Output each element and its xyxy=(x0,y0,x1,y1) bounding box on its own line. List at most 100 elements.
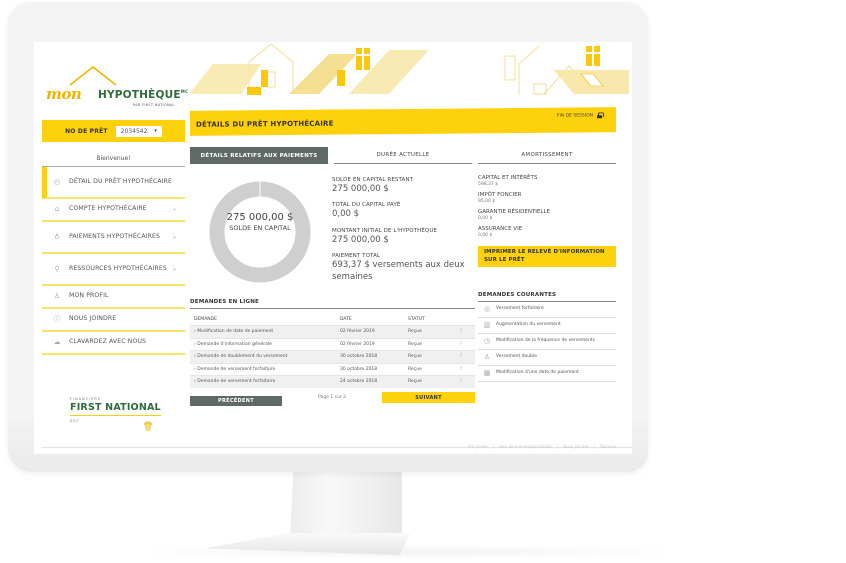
table-row[interactable]: › Demande de doublement du versement 30 … xyxy=(190,350,475,363)
sidebar-item-label: MON PROFIL xyxy=(69,292,109,299)
help-icon[interactable]: ? xyxy=(454,342,468,347)
chevron-down-icon: ⌄ xyxy=(171,264,177,272)
current-request-lump-sum[interactable]: ◎ Versement forfaitaire xyxy=(478,302,616,318)
app-logo[interactable]: mon HYPOTHÈQUEMC PAR FIRST NATIONAL xyxy=(46,64,196,114)
breakdown-value: 0,00 $ xyxy=(478,216,493,221)
footer-link-cookies[interactable]: Témoins xyxy=(600,444,616,449)
screen: mon HYPOTHÈQUEMC PAR FIRST NATIONAL NO D… xyxy=(34,42,632,454)
footer-separator: | xyxy=(556,444,559,449)
request-status: Reçue xyxy=(408,379,422,385)
current-request-label: Modification de la fréquence de versemen… xyxy=(496,338,596,344)
logout-button[interactable]: FIN DE SESSION xyxy=(557,112,602,118)
current-request-frequency[interactable]: ◷ Modification de la fréquence de versem… xyxy=(478,334,616,350)
table-body: › Modification de date de paiement 02 fé… xyxy=(190,325,475,388)
request-status: Reçue xyxy=(408,329,422,335)
page-indicator: Page 1 sur 2 xyxy=(318,395,346,400)
info-icon: ⓘ xyxy=(53,315,61,324)
sidebar-item-my-profile[interactable]: ♙ MON PROFIL xyxy=(42,286,185,309)
sidebar-nav: ◴ DÉTAIL DU PRÊT HYPOTHÉCAIRE ⌂ COMPTE H… xyxy=(42,166,185,355)
chat-icon: ☁ xyxy=(53,338,61,347)
sidebar-item-loan-detail[interactable]: ◴ DÉTAIL DU PRÊT HYPOTHÉCAIRE xyxy=(42,167,185,199)
footer-link-privacy[interactable]: Vie privée xyxy=(468,444,488,449)
sidebar-item-label: DÉTAIL DU PRÊT HYPOTHÉCAIRE xyxy=(69,177,173,185)
detail-tabs: DÉTAILS RELATIFS AUX PAIEMENTS DURÉE ACT… xyxy=(190,147,616,164)
previous-button[interactable]: PRÉCÉDENT xyxy=(190,395,282,406)
fn-logo-top: FINANCIÈRE xyxy=(70,397,102,401)
page-title-bar: DÉTAILS DU PRÊT HYPOTHÉCAIRE FIN DE SESS… xyxy=(190,107,616,136)
welcome-message: Bienvenue! xyxy=(96,155,131,162)
table-row[interactable]: › Modification de date de paiement 02 fé… xyxy=(190,325,475,338)
pagination: PRÉCÉDENT Page 1 sur 2 SUIVANT xyxy=(190,390,475,406)
table-row[interactable]: › Demande de versement forfaitaire 30 oc… xyxy=(190,362,475,376)
breakdown-home-warranty: GARANTIE RÉSIDENTIELLE 0,00 $ xyxy=(478,209,616,221)
footer-link-contact[interactable]: Nous joindre xyxy=(563,444,588,449)
loan-number-select[interactable]: 2034542 ▾ xyxy=(115,125,162,137)
first-national-logo: FINANCIÈRE FIRST NATIONAL SEC xyxy=(70,397,161,432)
sidebar-item-label: PAIEMENTS HYPOTHÉCAIRES xyxy=(69,232,161,240)
breakdown-label: ASSURANCE VIE xyxy=(478,226,523,232)
calendar-icon: ▦ xyxy=(483,369,491,378)
section-title: DEMANDES COURANTES xyxy=(478,292,616,302)
payment-details: SOLDE EN CAPITAL RESTANT 275 000,00 $ TO… xyxy=(332,177,482,290)
sidebar-item-mortgage-resources[interactable]: ⚲ RESSOURCES HYPOTHÉCAIRES ⌄ xyxy=(42,254,185,286)
request-name: › Demande de versement forfaitaire xyxy=(194,366,276,372)
logo-name: HYPOTHÈQUEMC xyxy=(98,89,188,101)
fn-logo-name: FIRST NATIONAL xyxy=(70,402,161,416)
detail-label: TOTAL DU CAPITAL PAYÉ xyxy=(332,202,401,209)
help-icon[interactable]: ? xyxy=(454,367,468,372)
footer-separator: | xyxy=(593,444,595,449)
monitor-stand-neck xyxy=(290,470,402,540)
table-row[interactable]: › Demande de versement forfaitaire 24 oc… xyxy=(190,375,475,388)
coins-icon: ◎ xyxy=(483,305,491,314)
breakdown-value: 0,00 $ xyxy=(478,233,493,238)
help-icon[interactable]: ? xyxy=(454,354,468,359)
user-icon: ♙ xyxy=(53,292,61,301)
section-title: DEMANDES EN LIGNE xyxy=(190,299,475,309)
request-date: 02 février 2019 xyxy=(340,329,375,335)
table-row[interactable]: › Demande d'information générale 02 févr… xyxy=(190,337,475,351)
breakdown-property-tax: IMPÔT FONCIER 95,00 $ xyxy=(478,192,616,204)
request-name-text: Modification de date de paiement xyxy=(197,329,274,335)
breakdown-label: IMPÔT FONCIER xyxy=(478,192,522,198)
double-payment-icon: ♙ xyxy=(483,353,491,362)
current-request-double[interactable]: ♙ Versement double xyxy=(478,350,616,366)
sidebar-item-chat[interactable]: ☁ CLAVARDEZ AVEC NOUS xyxy=(42,332,185,355)
detail-value: 0,00 $ xyxy=(332,209,360,220)
logout-label: FIN DE SESSION xyxy=(556,112,593,119)
request-name-text: Demande de versement forfaitaire xyxy=(197,366,276,372)
lock-icon xyxy=(597,112,602,118)
gauge-icon: ◴ xyxy=(53,177,61,186)
request-date: 24 octobre 2018 xyxy=(340,379,378,385)
breakdown-life-insurance: ASSURANCE VIE 0,00 $ xyxy=(478,226,616,238)
bar-growth-icon: ▥ xyxy=(483,321,491,330)
chevron-down-icon: ⌄ xyxy=(171,205,177,213)
tab-payment-details[interactable]: DÉTAILS RELATIFS AUX PAIEMENTS xyxy=(190,147,328,164)
column-header: STATUT xyxy=(408,317,425,322)
monitor-frame: mon HYPOTHÈQUEMC PAR FIRST NATIONAL NO D… xyxy=(8,2,648,472)
sidebar-item-contact-us[interactable]: ⓘ NOUS JOINDRE xyxy=(42,309,185,332)
sidebar-item-mortgage-account[interactable]: ⌂ COMPTE HYPOTHÉCAIRE ⌄ xyxy=(42,199,185,222)
breakdown-label: GARANTIE RÉSIDENTIELLE xyxy=(478,209,550,215)
next-button[interactable]: SUIVANT xyxy=(382,392,475,403)
request-status: Reçue xyxy=(408,366,422,372)
acorn-icon xyxy=(144,421,152,432)
help-icon[interactable]: ? xyxy=(454,379,468,384)
detail-remaining-balance: SOLDE EN CAPITAL RESTANT 275 000,00 $ xyxy=(332,177,482,195)
detail-label: PAIEMENT TOTAL xyxy=(332,253,381,260)
logo-name-text: HYPOTHÈQUE xyxy=(98,89,181,101)
tab-current-term[interactable]: DURÉE ACTUELLE xyxy=(334,147,472,164)
breakdown-value: 598,37 $ xyxy=(478,182,499,187)
print-statement-button[interactable]: IMPRIMER LE RELEVÉ D'INFORMATION SUR LE … xyxy=(478,246,616,268)
logo-trademark: MC xyxy=(180,89,189,94)
house-icon: ⌂ xyxy=(54,205,60,214)
logo-subtitle: PAR FIRST NATIONAL xyxy=(133,103,175,107)
current-request-label: Versement forfaitaire xyxy=(496,306,544,312)
tab-amortization[interactable]: AMORTISSEMENT xyxy=(478,147,616,164)
help-icon[interactable]: ? xyxy=(454,329,468,334)
sidebar-item-mortgage-payments[interactable]: ♁ PAIEMENTS HYPOTHÉCAIRES ⌄ xyxy=(42,222,185,254)
current-request-date-change[interactable]: ▦ Modification d'une date de paiement xyxy=(478,366,616,382)
footer-link-disclaimer[interactable]: Avis de non-responsabilité xyxy=(499,444,552,449)
sidebar-item-label: RESSOURCES HYPOTHÉCAIRES xyxy=(69,264,167,272)
clock-icon: ◷ xyxy=(483,337,491,346)
current-request-increase[interactable]: ▥ Augmentation du versement xyxy=(478,318,616,334)
